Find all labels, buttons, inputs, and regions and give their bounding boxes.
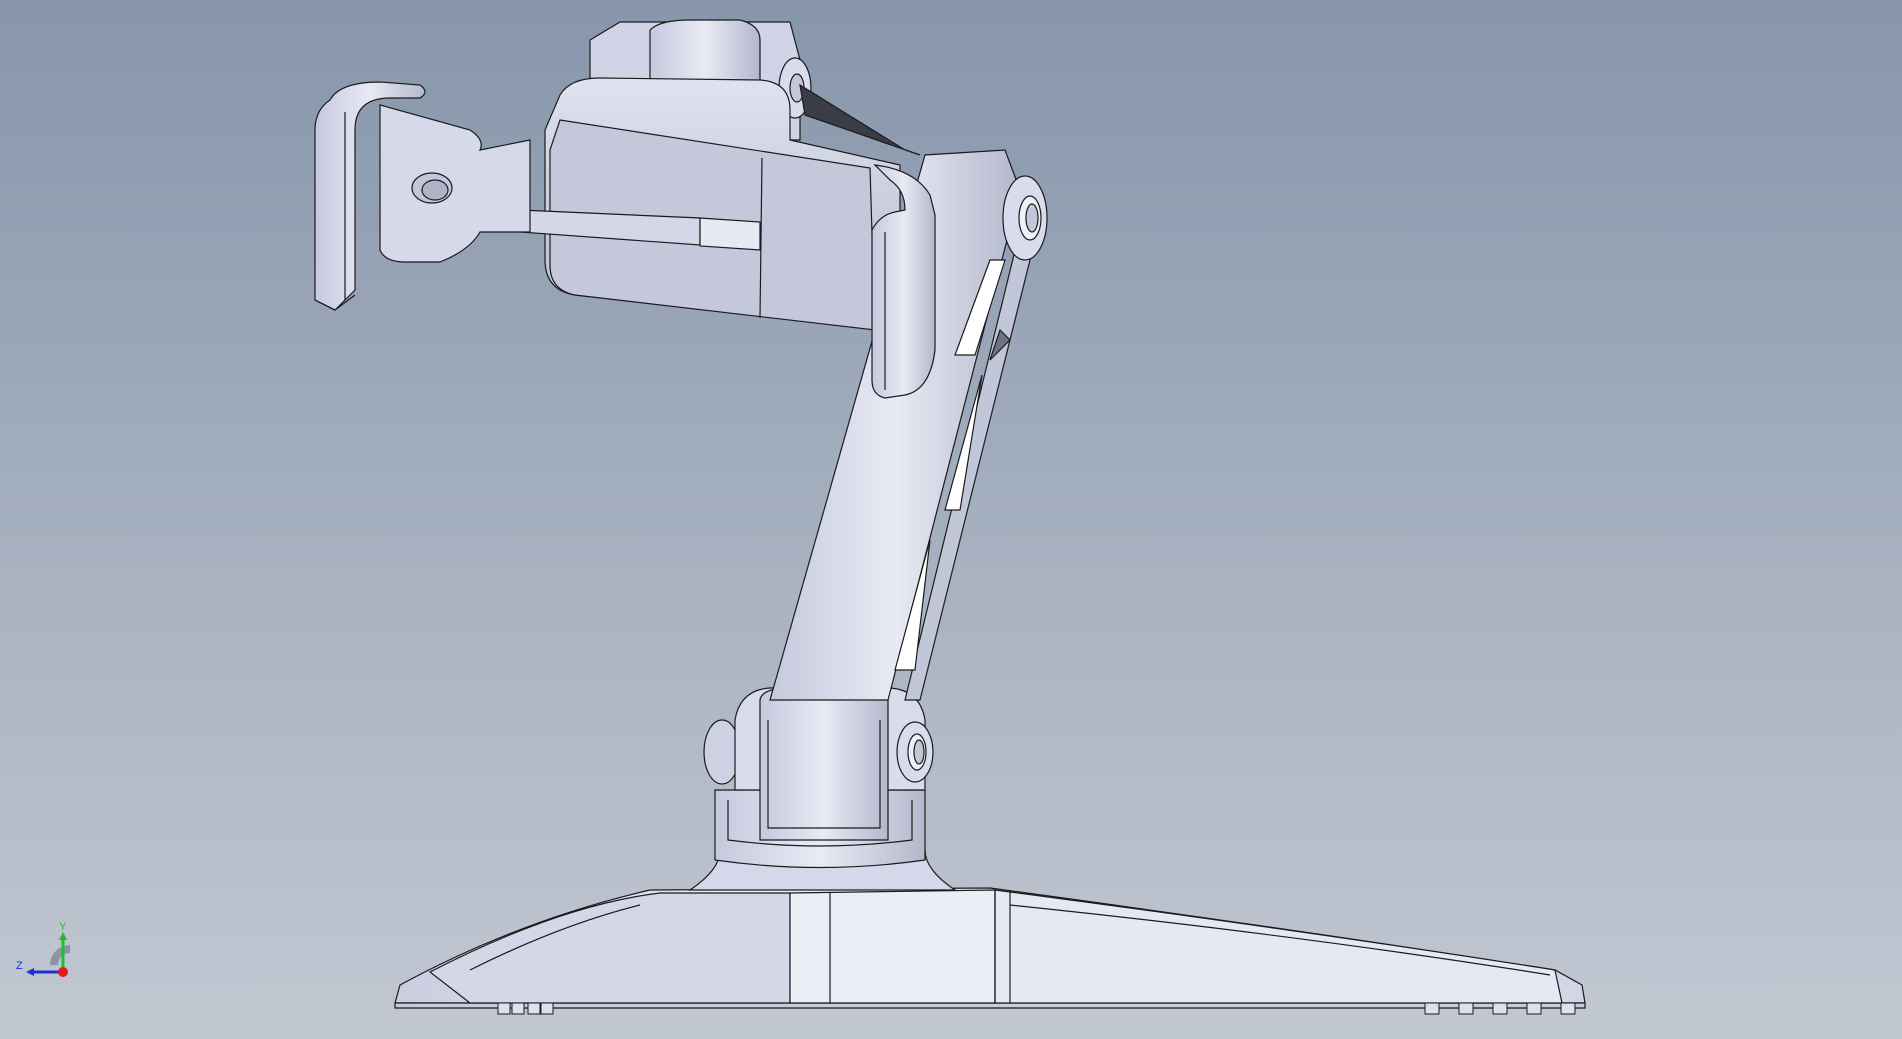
graphics-viewport[interactable]: Y Z: [0, 0, 1902, 1039]
triad-z-label: Z: [16, 960, 23, 972]
triad-y-arrow: [59, 932, 67, 940]
orientation-triad: Y Z: [16, 921, 71, 977]
slider-arm: [379, 104, 531, 263]
triad-z-arrow: [26, 968, 34, 976]
triad-y-label: Y: [59, 921, 67, 933]
cad-model[interactable]: [0, 0, 1902, 1039]
base-plate: [394, 887, 1586, 1009]
triad-x-axis-dot: [58, 967, 68, 977]
